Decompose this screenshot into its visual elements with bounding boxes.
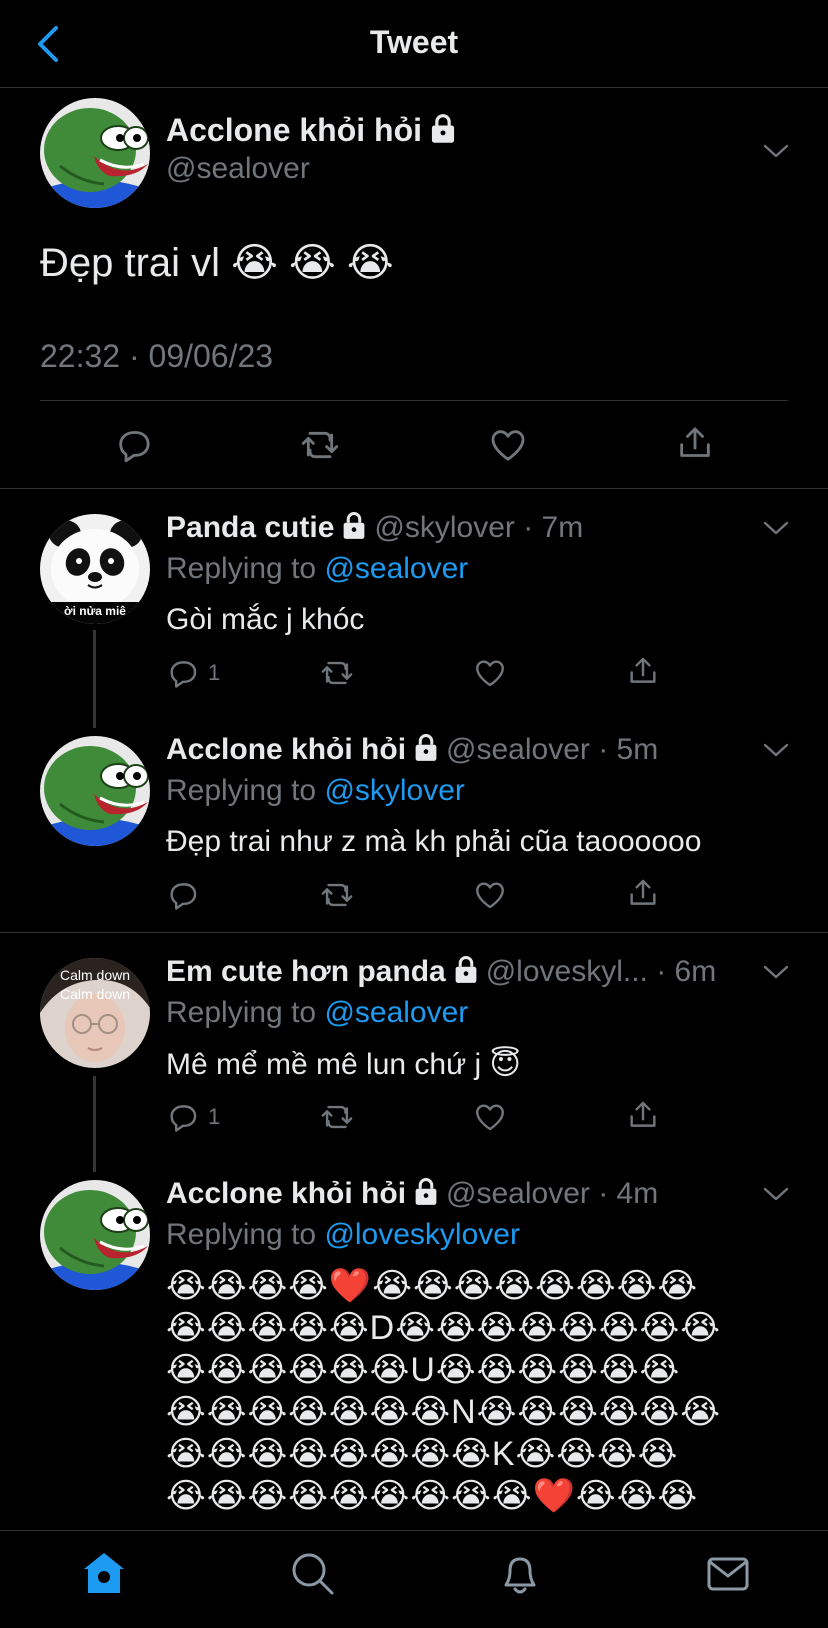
author-handle[interactable]: @sealover <box>166 152 310 186</box>
replying-to: Replying to @skylover <box>166 774 465 807</box>
share-button[interactable] <box>626 654 660 688</box>
reply-button[interactable]: 1 <box>166 656 220 690</box>
retweet-icon <box>320 656 354 690</box>
reply-text: Đẹp trai như z mà kh phải cũa taoooooo <box>166 825 702 858</box>
like-button[interactable] <box>473 878 507 912</box>
emoji-line: 😭😭😭😭😭😭😭N😭😭😭😭😭😭 <box>166 1393 722 1431</box>
lock-icon <box>340 510 368 540</box>
lock-icon <box>452 954 480 984</box>
mention-link[interactable]: @loveskylover <box>324 1218 520 1251</box>
chevron-down-icon[interactable] <box>763 742 789 758</box>
reply-icon <box>166 1100 200 1134</box>
retweet-icon <box>320 878 354 912</box>
page-title: Tweet <box>369 24 459 60</box>
reply-author[interactable]: Acclone khỏi hỏi @sealover · 4m <box>166 1176 658 1211</box>
divider <box>0 932 828 933</box>
lock-icon <box>412 1176 440 1206</box>
reply-text: Mê mể mề mê lun chứ j 😇 <box>166 1048 521 1081</box>
reply-count: 1 <box>208 660 221 685</box>
replying-to: Replying to @sealover <box>166 996 469 1029</box>
mention-link[interactable]: @sealover <box>324 552 468 585</box>
mention-link[interactable]: @sealover <box>324 996 468 1029</box>
replying-to: Replying to @loveskylover <box>166 1218 520 1251</box>
like-button[interactable] <box>473 656 507 690</box>
reply-button[interactable] <box>114 425 154 465</box>
tweet-text: Đẹp trai vl 😭 😭 😭 <box>40 241 394 285</box>
chevron-down-icon[interactable] <box>763 143 789 159</box>
avatar[interactable] <box>40 98 150 208</box>
like-button[interactable] <box>473 1100 507 1134</box>
chevron-down-icon[interactable] <box>763 964 789 980</box>
retweet-icon <box>320 1100 354 1134</box>
avatar-caption: Calm down Calm down <box>59 967 131 1002</box>
reply-text: Gòi mắc j khóc <box>166 603 365 636</box>
tab-bar <box>0 1530 828 1628</box>
heart-icon <box>488 425 528 465</box>
lock-icon <box>412 732 440 762</box>
reply-icon <box>114 425 154 465</box>
thread-line <box>93 630 96 728</box>
replying-to: Replying to @sealover <box>166 552 469 585</box>
retweet-button[interactable] <box>320 656 354 690</box>
reply-author[interactable]: Em cute hơn panda @loveskyl... · 6m <box>166 954 716 989</box>
emoji-line: 😭😭😭😭😭D😭😭😭😭😭😭😭😭 <box>166 1309 722 1347</box>
retweet-button[interactable] <box>320 878 354 912</box>
divider <box>40 400 788 401</box>
mention-link[interactable]: @skylover <box>324 774 464 807</box>
share-icon <box>626 876 660 910</box>
retweet-button[interactable] <box>320 1100 354 1134</box>
chevron-down-icon[interactable] <box>763 520 789 536</box>
emoji-line: 😭😭😭😭❤️😭😭😭😭😭😭😭😭 <box>166 1267 699 1305</box>
emoji-line: 😭😭😭😭😭😭😭😭😭❤️😭😭😭 <box>166 1477 699 1515</box>
messages-icon[interactable] <box>704 1549 752 1597</box>
emoji-line: 😭😭😭😭😭😭U😭😭😭😭😭😭 <box>166 1351 681 1389</box>
reply-author[interactable]: Acclone khỏi hỏi @sealover · 5m <box>166 732 658 767</box>
share-icon <box>626 654 660 688</box>
share-button[interactable] <box>675 423 715 463</box>
tweet-timestamp: 22:32 · 09/06/23 <box>40 338 274 374</box>
notifications-icon[interactable] <box>496 1549 544 1597</box>
search-icon[interactable] <box>288 1549 336 1597</box>
avatar[interactable] <box>40 1180 150 1290</box>
chevron-down-icon[interactable] <box>763 1186 789 1202</box>
share-icon <box>626 1098 660 1132</box>
emoji-line: 😭😭😭😭😭😭😭😭K😭😭😭😭 <box>166 1435 679 1473</box>
retweet-icon <box>300 425 340 465</box>
home-icon[interactable] <box>80 1549 128 1597</box>
thread-line <box>93 1076 96 1172</box>
heart-icon <box>473 878 507 912</box>
reply-button[interactable] <box>166 878 200 912</box>
author-name[interactable]: Acclone khỏi hỏi <box>166 112 464 149</box>
lock-icon <box>428 112 458 144</box>
heart-icon <box>473 1100 507 1134</box>
reply-button[interactable]: 1 <box>166 1100 220 1134</box>
avatar[interactable] <box>40 736 150 846</box>
reply-icon <box>166 878 200 912</box>
avatar-caption: ời nửa miê <box>64 604 126 618</box>
share-button[interactable] <box>626 876 660 910</box>
reply-count: 1 <box>208 1104 221 1129</box>
heart-icon <box>473 656 507 690</box>
retweet-button[interactable] <box>300 425 340 465</box>
divider <box>0 488 828 489</box>
top-bar: Tweet <box>0 0 828 88</box>
like-button[interactable] <box>488 425 528 465</box>
reply-author[interactable]: Panda cutie @skylover · 7m <box>166 510 583 545</box>
share-button[interactable] <box>626 1098 660 1132</box>
reply-text: 😭😭😭😭❤️😭😭😭😭😭😭😭😭 😭😭😭😭😭D😭😭😭😭😭😭😭😭 😭😭😭😭😭😭U😭😭😭… <box>166 1265 796 1517</box>
reply-icon <box>166 656 200 690</box>
share-icon <box>675 423 715 463</box>
